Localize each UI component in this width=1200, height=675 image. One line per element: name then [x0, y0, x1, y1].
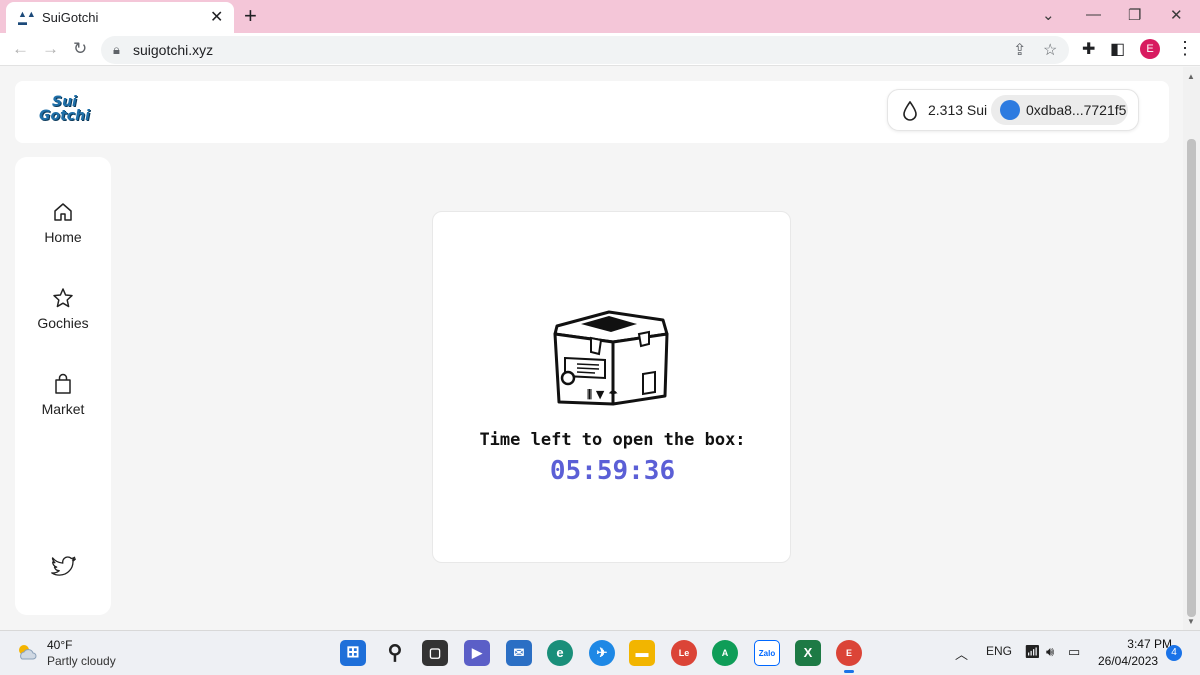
reload-button[interactable]: ↻ [73, 39, 87, 59]
sidebar-item-gochies[interactable]: Gochies [15, 287, 111, 331]
share-icon[interactable]: ⇪ [1013, 40, 1026, 60]
close-window-button[interactable]: ✕ [1170, 6, 1183, 24]
shopping-bag-icon [55, 373, 71, 394]
tray-overflow-chevron-icon[interactable]: ︿ [955, 644, 968, 663]
wallet-avatar-icon [1000, 100, 1020, 120]
clock-date[interactable]: 26/04/2023 [1098, 654, 1158, 668]
scroll-down-arrow-icon[interactable]: ▼ [1187, 617, 1195, 626]
sidebar-item-label: Home [44, 229, 82, 245]
teams-chat-icon[interactable]: ▶ [464, 640, 490, 666]
excel-icon[interactable]: X [795, 640, 821, 666]
restore-button[interactable]: ❐ [1128, 6, 1141, 24]
box-timer-label: Time left to open the box: [479, 430, 746, 450]
weather-temperature[interactable]: 40°F [47, 638, 72, 652]
profile-avatar[interactable]: E [1140, 39, 1160, 59]
sui-balance: 2.313 Sui [928, 102, 988, 118]
page-viewport: Sui Gotchi 2.313 Sui 0xdba8...7721f5 Hom… [0, 67, 1183, 630]
extensions-puzzle-icon[interactable]: ✚ [1082, 39, 1095, 59]
sidebar-item-market[interactable]: Market [15, 373, 111, 417]
chrome-profile-e-icon[interactable]: E [836, 640, 862, 673]
sui-drop-icon [903, 101, 917, 121]
windows-taskbar: 40°F Partly cloudy ⊞ ⚲ ▢ ▶ ✉ e ✈ ▬ Le A … [0, 630, 1200, 675]
windows-start-icon[interactable]: ⊞ [340, 640, 366, 666]
sidebar-item-home[interactable]: Home [15, 201, 111, 245]
tab-search-chevron-icon[interactable]: ⌄ [1042, 6, 1055, 24]
lock-icon[interactable]: 🔒︎ [113, 42, 120, 58]
partly-cloudy-icon[interactable] [16, 643, 38, 661]
volume-icon[interactable]: 🔊︎ [1046, 644, 1054, 660]
edge-browser-icon[interactable]: e [547, 640, 573, 666]
scroll-thumb[interactable] [1187, 139, 1196, 617]
scroll-up-arrow-icon[interactable]: ▲ [1187, 72, 1195, 81]
page-scrollbar[interactable]: ▲ ▼ [1183, 67, 1200, 630]
mystery-box-card: ⫼ ▼ ☂ Time left to open the box: 05:59:3… [432, 211, 791, 563]
excel-label: X [803, 645, 813, 660]
star-icon [53, 288, 73, 308]
logo-line-1: Sui [52, 94, 77, 110]
suigotchi-favicon-icon: ▲▲ ▬ [18, 9, 36, 27]
task-view-icon[interactable]: ▢ [422, 640, 448, 666]
wifi-icon[interactable]: 📶︎ [1024, 644, 1041, 660]
battery-icon[interactable]: ▭ [1068, 644, 1080, 660]
box-countdown-timer: 05:59:36 [549, 456, 676, 486]
svg-text:⫼ ▼ ☂: ⫼ ▼ ☂ [587, 388, 618, 401]
side-panel-icon[interactable]: ◧ [1110, 39, 1125, 59]
new-tab-button[interactable]: + [244, 3, 257, 29]
browser-app-icon[interactable]: ✈ [589, 640, 615, 666]
mystery-box-illustration: ⫼ ▼ ☂ [553, 310, 669, 406]
chrome-profile-a-badge: A [721, 648, 729, 658]
chrome-profile-le-badge: Le [678, 648, 690, 658]
chrome-profile-e-badge: E [845, 648, 852, 658]
tab-suigotchi[interactable]: ▲▲ ▬ SuiGotchi ✕ [6, 2, 234, 33]
app-header: Sui Gotchi 2.313 Sui 0xdba8...7721f5 [15, 81, 1169, 143]
notification-badge[interactable]: 4 [1166, 645, 1182, 661]
input-language[interactable]: ENG [986, 644, 1012, 658]
mail-icon[interactable]: ✉ [506, 640, 532, 666]
wallet-address-button[interactable]: 0xdba8...7721f5 [991, 95, 1128, 125]
bookmark-star-icon[interactable]: ☆ [1043, 40, 1057, 60]
url-text: suigotchi.xyz [133, 42, 214, 58]
forward-button[interactable]: → [42, 39, 59, 59]
menu-kebab-icon[interactable]: ⋮ [1176, 38, 1194, 59]
sidebar-nav: Home Gochies Market [15, 157, 111, 615]
tab-strip: ▲▲ ▬ SuiGotchi ✕ + ⌄ — ❐ ✕ [0, 0, 1200, 33]
twitter-icon[interactable] [51, 555, 76, 577]
wallet-address: 0xdba8...7721f5 [1026, 102, 1127, 118]
wallet-panel: 2.313 Sui 0xdba8...7721f5 [887, 89, 1139, 131]
chrome-profile-a-icon[interactable]: A [712, 640, 738, 666]
chrome-profile-le-icon[interactable]: Le [671, 640, 697, 666]
file-explorer-icon[interactable]: ▬ [629, 640, 655, 666]
back-button[interactable]: ← [12, 39, 29, 59]
zalo-icon[interactable]: Zalo [754, 640, 780, 666]
home-icon [54, 203, 72, 221]
suigotchi-logo[interactable]: Sui Gotchi [39, 95, 90, 123]
close-tab-icon[interactable]: ✕ [210, 7, 223, 27]
address-bar[interactable]: 🔒︎ suigotchi.xyz ⇪ ☆ [101, 36, 1069, 64]
clock-time[interactable]: 3:47 PM [1112, 637, 1172, 651]
tab-title: SuiGotchi [42, 10, 99, 25]
search-icon[interactable]: ⚲ [382, 640, 408, 666]
zalo-label: Zalo [758, 649, 776, 658]
browser-toolbar: ← → ↻ 🔒︎ suigotchi.xyz ⇪ ☆ ✚ ◧ E ⋮ [0, 33, 1200, 66]
minimize-button[interactable]: — [1086, 6, 1101, 23]
weather-condition[interactable]: Partly cloudy [47, 654, 116, 668]
sidebar-item-label: Gochies [37, 315, 89, 331]
sidebar-item-label: Market [41, 401, 85, 417]
logo-line-2: Gotchi [39, 108, 90, 124]
